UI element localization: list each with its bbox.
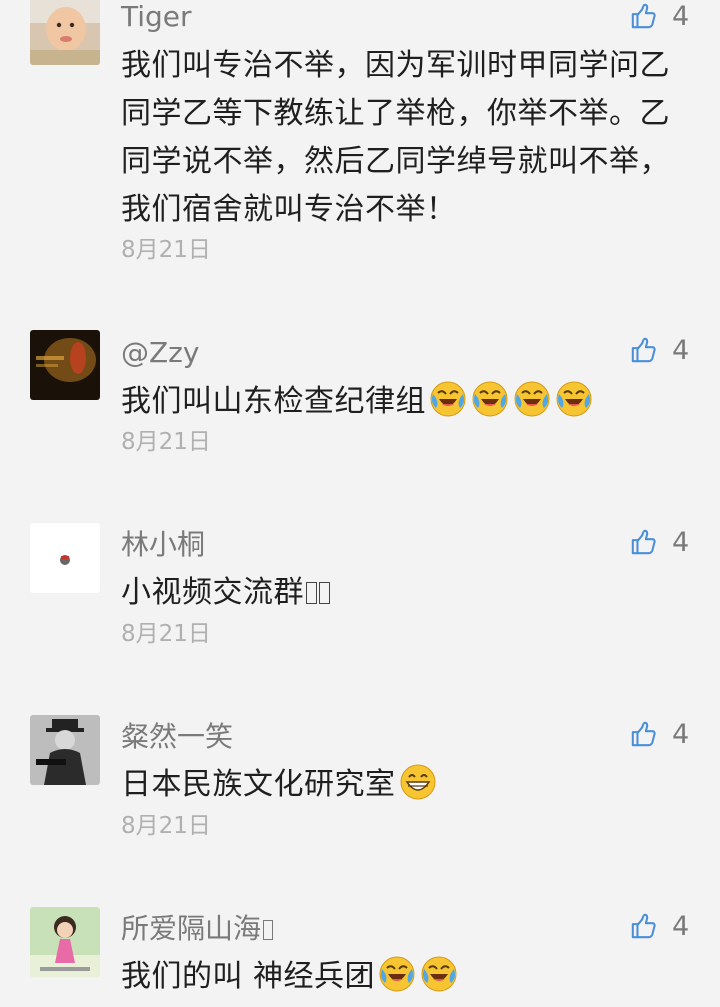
comment-date: 8月21日 <box>121 237 211 263</box>
thumbs-up-icon <box>630 336 658 364</box>
avatar[interactable] <box>30 715 100 785</box>
thumbs-up-icon <box>630 912 658 940</box>
laughing-crying-emoji <box>377 954 417 994</box>
comment-text: 小视频交流群 <box>121 569 681 617</box>
comment-item: 粲然一笑 4 日本民族文化研究室 8月21日 <box>0 714 720 874</box>
comment-date: 8月21日 <box>121 429 211 455</box>
thumbs-up-icon <box>630 2 658 30</box>
like-count: 4 <box>672 527 690 558</box>
comment-text-body: 我们的叫 神经兵团 <box>121 959 376 994</box>
thumbs-up-icon <box>630 528 658 556</box>
comment-date: 8月21日 <box>121 813 211 839</box>
laughing-crying-emoji <box>419 954 459 994</box>
comment-text: 我们叫专治不举，因为军训时甲同学问乙同学乙等下教练让了举枪，你举不举。乙同学说不… <box>121 48 670 227</box>
comment-username[interactable]: Tiger <box>121 0 192 34</box>
comment-item: @Zzy 4 我们叫山东检查纪律组 8月21日 <box>0 330 720 490</box>
like-button[interactable]: 4 <box>630 334 710 368</box>
missing-glyph <box>319 582 330 604</box>
like-button[interactable]: 4 <box>630 910 710 944</box>
comment-username[interactable]: 粲然一笑 <box>121 720 233 754</box>
thumbs-up-icon <box>630 720 658 748</box>
missing-glyph <box>306 582 317 604</box>
grinning-emoji <box>398 762 438 802</box>
comment-username[interactable]: @Zzy <box>121 336 199 370</box>
avatar[interactable] <box>30 907 100 977</box>
laughing-crying-emoji <box>470 379 510 419</box>
laughing-crying-emoji <box>512 379 552 419</box>
comment-username-text: 所爱隔山海 <box>121 912 262 945</box>
like-count: 4 <box>672 1 690 32</box>
comment-text-body: 小视频交流群 <box>121 575 304 610</box>
comment-username[interactable]: 林小桐 <box>121 528 205 562</box>
like-button[interactable]: 4 <box>630 526 710 560</box>
comment-text: 我们的叫 神经兵团 <box>121 953 681 1001</box>
laughing-crying-emoji <box>428 379 468 419</box>
comment-text-body: 日本民族文化研究室 <box>121 767 396 802</box>
avatar[interactable] <box>30 330 100 400</box>
like-count: 4 <box>672 719 690 750</box>
like-button[interactable]: 4 <box>630 0 710 34</box>
comment-text-body: 我们叫山东检查纪律组 <box>121 384 426 419</box>
missing-glyph <box>263 920 274 940</box>
comment-item: 所爱隔山海 4 我们的叫 神经兵团 <box>0 906 720 1007</box>
comment-username[interactable]: 所爱隔山海 <box>121 912 274 946</box>
comment-item: 林小桐 4 小视频交流群 8月21日 <box>0 522 720 682</box>
comment-text: 我们叫山东检查纪律组 <box>121 378 681 426</box>
avatar[interactable] <box>30 0 100 65</box>
comment-item: Tiger 4 我们叫专治不举，因为军训时甲同学问乙同学乙等下教练让了举枪，你举… <box>0 0 720 320</box>
like-count: 4 <box>672 335 690 366</box>
comment-text: 日本民族文化研究室 <box>121 761 681 809</box>
avatar[interactable] <box>30 523 100 593</box>
like-count: 4 <box>672 911 690 942</box>
comment-date: 8月21日 <box>121 621 211 647</box>
laughing-crying-emoji <box>554 379 594 419</box>
like-button[interactable]: 4 <box>630 718 710 752</box>
